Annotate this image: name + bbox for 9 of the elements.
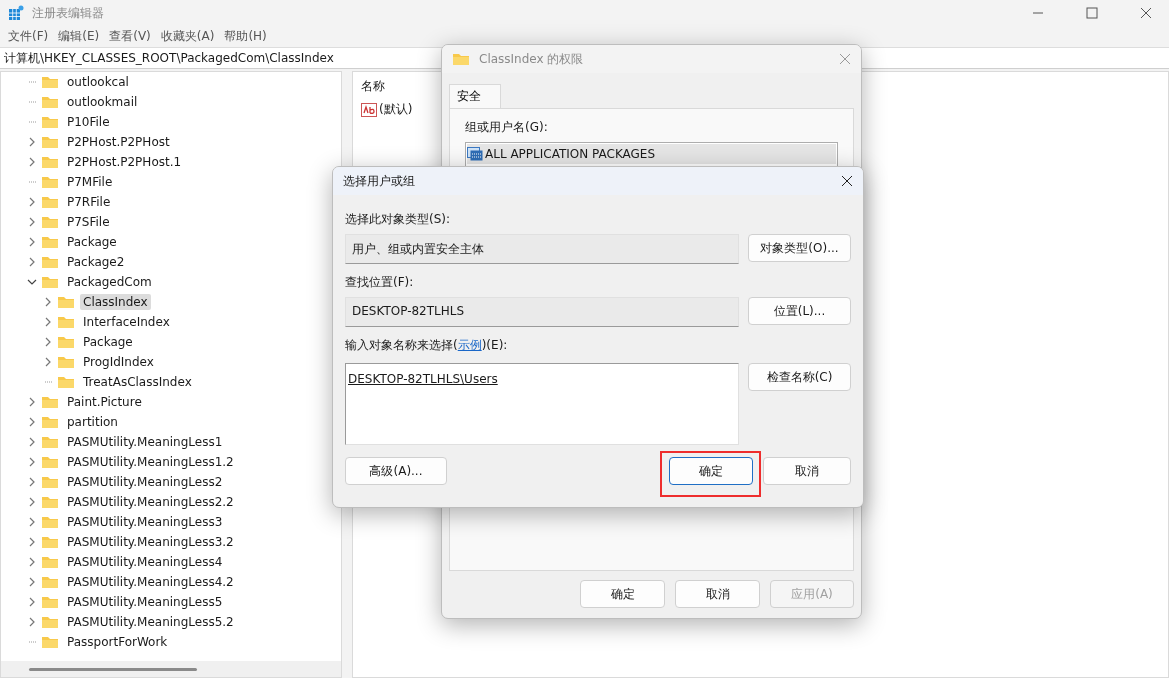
field-label: 选择此对象类型(S):: [345, 211, 452, 228]
dialog-title: ClassIndex 的权限: [479, 50, 584, 68]
field-label: 查找位置(F):: [345, 274, 415, 291]
field-label: 输入对象名称来选择(示例)(E):: [345, 337, 509, 354]
window-title: 注册表编辑器: [32, 4, 104, 22]
dialog-title: 选择用户或组: [343, 172, 415, 190]
object-type-field: 用户、组或内置安全主体: [345, 234, 739, 264]
field-label: 组或用户名(G):: [465, 119, 549, 136]
location-field: DESKTOP-82TLHLS: [345, 297, 739, 327]
